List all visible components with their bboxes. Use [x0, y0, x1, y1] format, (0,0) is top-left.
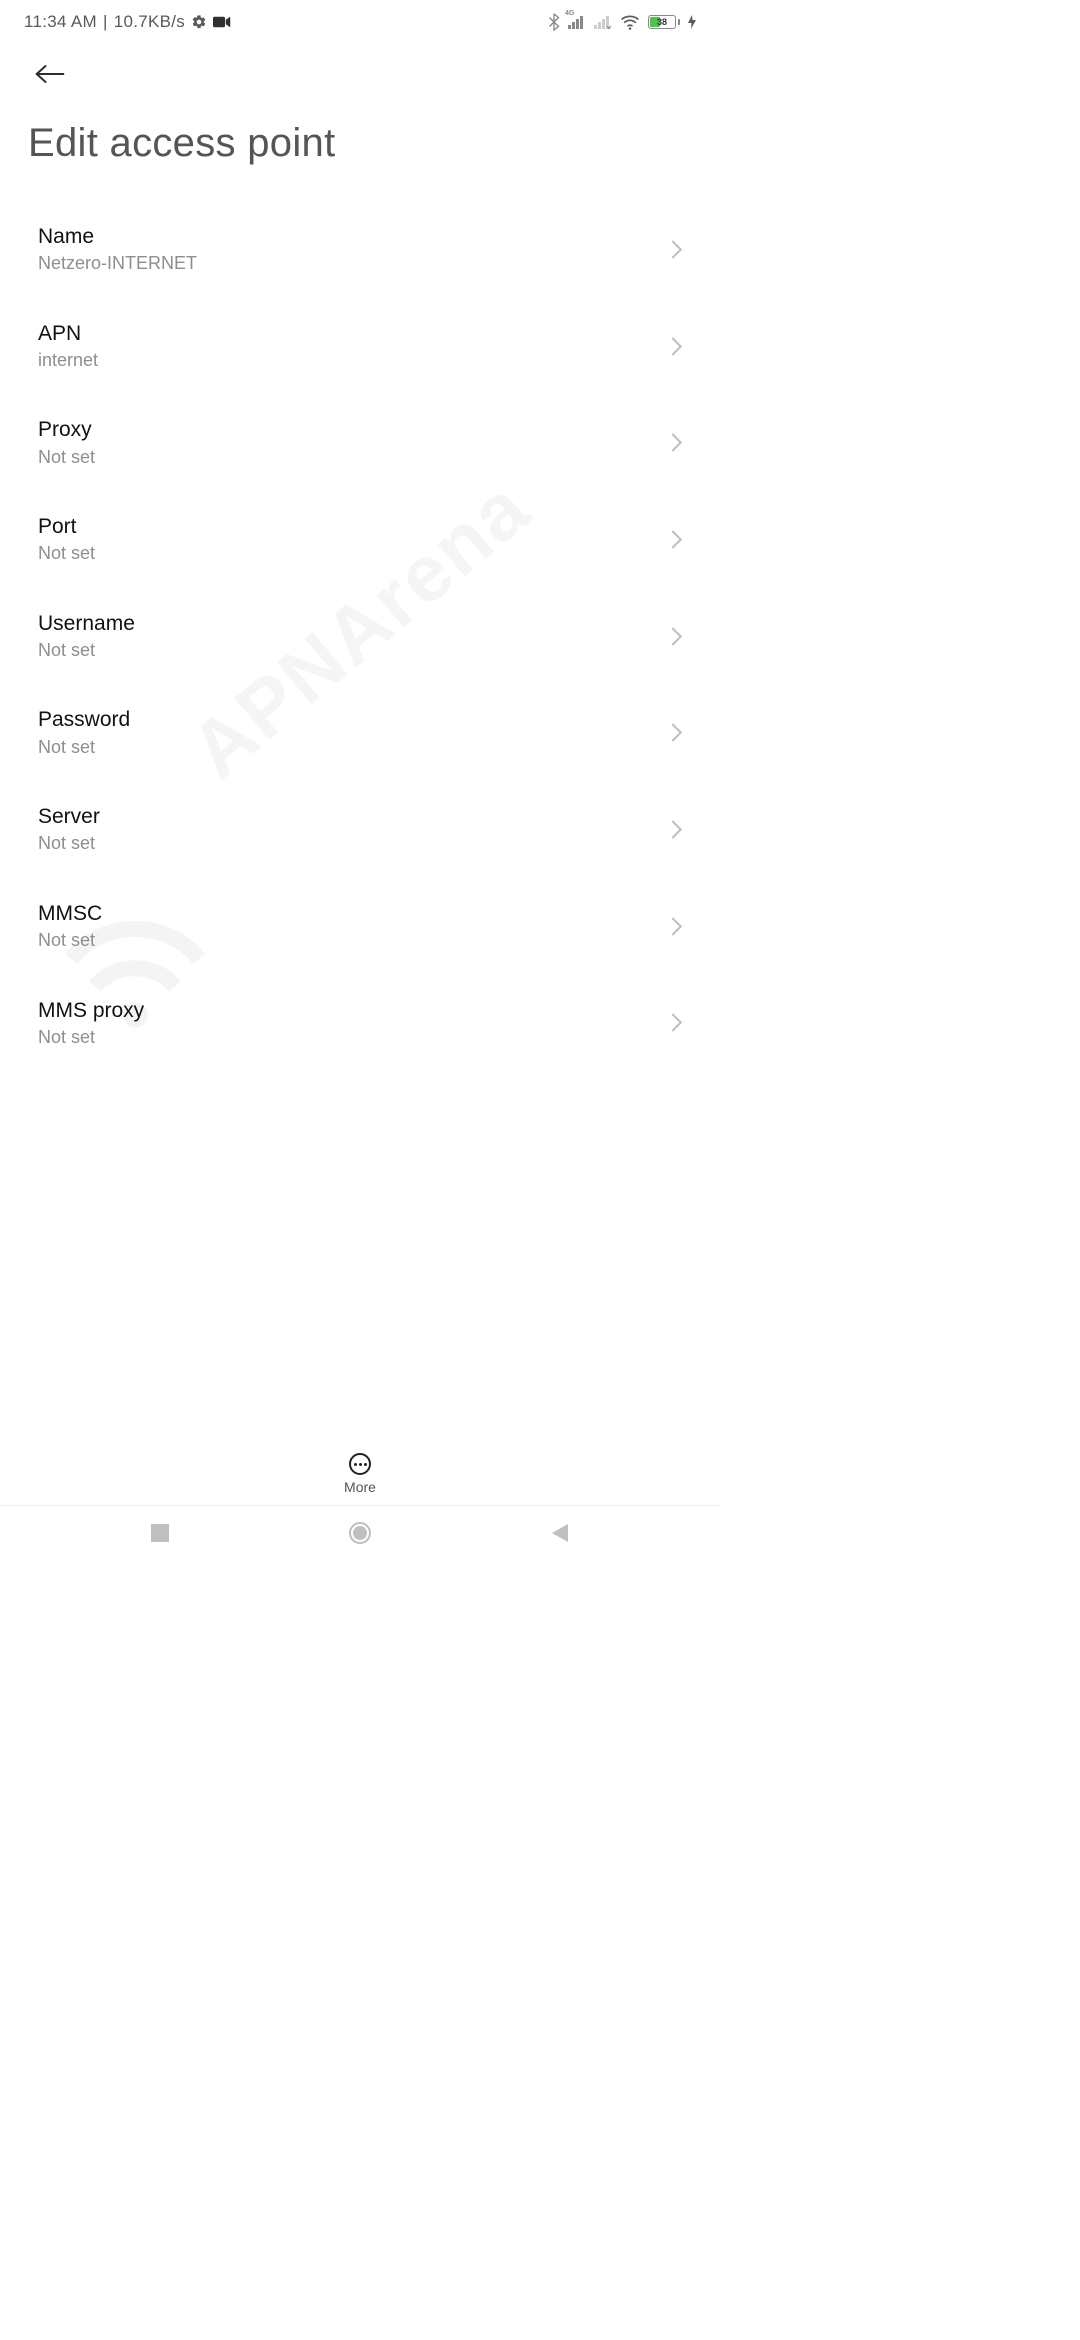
- setting-value: Not set: [38, 929, 671, 952]
- setting-password[interactable]: Password Not set: [38, 685, 682, 782]
- settings-list: Name Netzero-INTERNET APN internet Proxy…: [0, 202, 720, 1055]
- setting-apn[interactable]: APN internet: [38, 299, 682, 396]
- setting-value: Not set: [38, 832, 671, 855]
- chevron-right-icon: [671, 820, 682, 839]
- back-nav-button[interactable]: [545, 1518, 575, 1548]
- setting-label: APN: [38, 320, 671, 347]
- bluetooth-icon: [548, 13, 560, 31]
- chevron-right-icon: [671, 433, 682, 452]
- setting-label: Server: [38, 803, 671, 830]
- signal-4g-icon: 4G: [568, 15, 586, 29]
- setting-mmsc[interactable]: MMSC Not set: [38, 879, 682, 976]
- setting-label: Username: [38, 610, 671, 637]
- status-bar: 11:34 AM | 10.7KB/s 4G 38: [0, 0, 720, 40]
- signal-disabled-icon: [594, 15, 612, 29]
- more-label: More: [344, 1479, 376, 1495]
- camera-icon: [213, 15, 231, 29]
- chevron-right-icon: [671, 917, 682, 936]
- setting-label: Name: [38, 223, 671, 250]
- app-header: Edit access point: [0, 40, 720, 166]
- status-separator: |: [103, 12, 108, 32]
- page-title: Edit access point: [28, 121, 692, 166]
- status-right: 4G 38: [548, 13, 696, 31]
- wifi-icon: [620, 14, 640, 30]
- content-scroll[interactable]: APNArena Name Netzero-INTERNET APN inter…: [0, 202, 720, 1055]
- more-icon: [349, 1453, 371, 1475]
- home-button[interactable]: [345, 1518, 375, 1548]
- setting-mms-proxy[interactable]: MMS proxy Not set: [38, 976, 682, 1056]
- setting-value: Not set: [38, 1026, 671, 1049]
- setting-label: MMS proxy: [38, 997, 671, 1024]
- recents-button[interactable]: [145, 1518, 175, 1548]
- bottom-toolbar: More: [0, 1453, 720, 1506]
- battery-icon: 38: [648, 15, 680, 29]
- chevron-right-icon: [671, 1013, 682, 1032]
- setting-value: Not set: [38, 736, 671, 759]
- setting-label: Password: [38, 706, 671, 733]
- setting-proxy[interactable]: Proxy Not set: [38, 395, 682, 492]
- chevron-right-icon: [671, 627, 682, 646]
- setting-value: internet: [38, 349, 671, 372]
- setting-name[interactable]: Name Netzero-INTERNET: [38, 202, 682, 299]
- system-nav-bar: [0, 1506, 720, 1560]
- status-time: 11:34 AM: [24, 12, 97, 32]
- status-speed: 10.7KB/s: [114, 12, 185, 32]
- gear-icon: [191, 14, 207, 30]
- chevron-right-icon: [671, 337, 682, 356]
- setting-label: Proxy: [38, 416, 671, 443]
- setting-label: Port: [38, 513, 671, 540]
- more-button[interactable]: More: [344, 1453, 376, 1495]
- chevron-right-icon: [671, 240, 682, 259]
- setting-value: Not set: [38, 446, 671, 469]
- chevron-right-icon: [671, 530, 682, 549]
- setting-value: Not set: [38, 542, 671, 565]
- chevron-right-icon: [671, 723, 682, 742]
- setting-value: Not set: [38, 639, 671, 662]
- back-button[interactable]: [28, 52, 72, 96]
- setting-port[interactable]: Port Not set: [38, 492, 682, 589]
- setting-username[interactable]: Username Not set: [38, 589, 682, 686]
- setting-value: Netzero-INTERNET: [38, 252, 671, 275]
- charging-icon: [688, 15, 696, 29]
- setting-server[interactable]: Server Not set: [38, 782, 682, 879]
- status-left: 11:34 AM | 10.7KB/s: [24, 12, 231, 32]
- setting-label: MMSC: [38, 900, 671, 927]
